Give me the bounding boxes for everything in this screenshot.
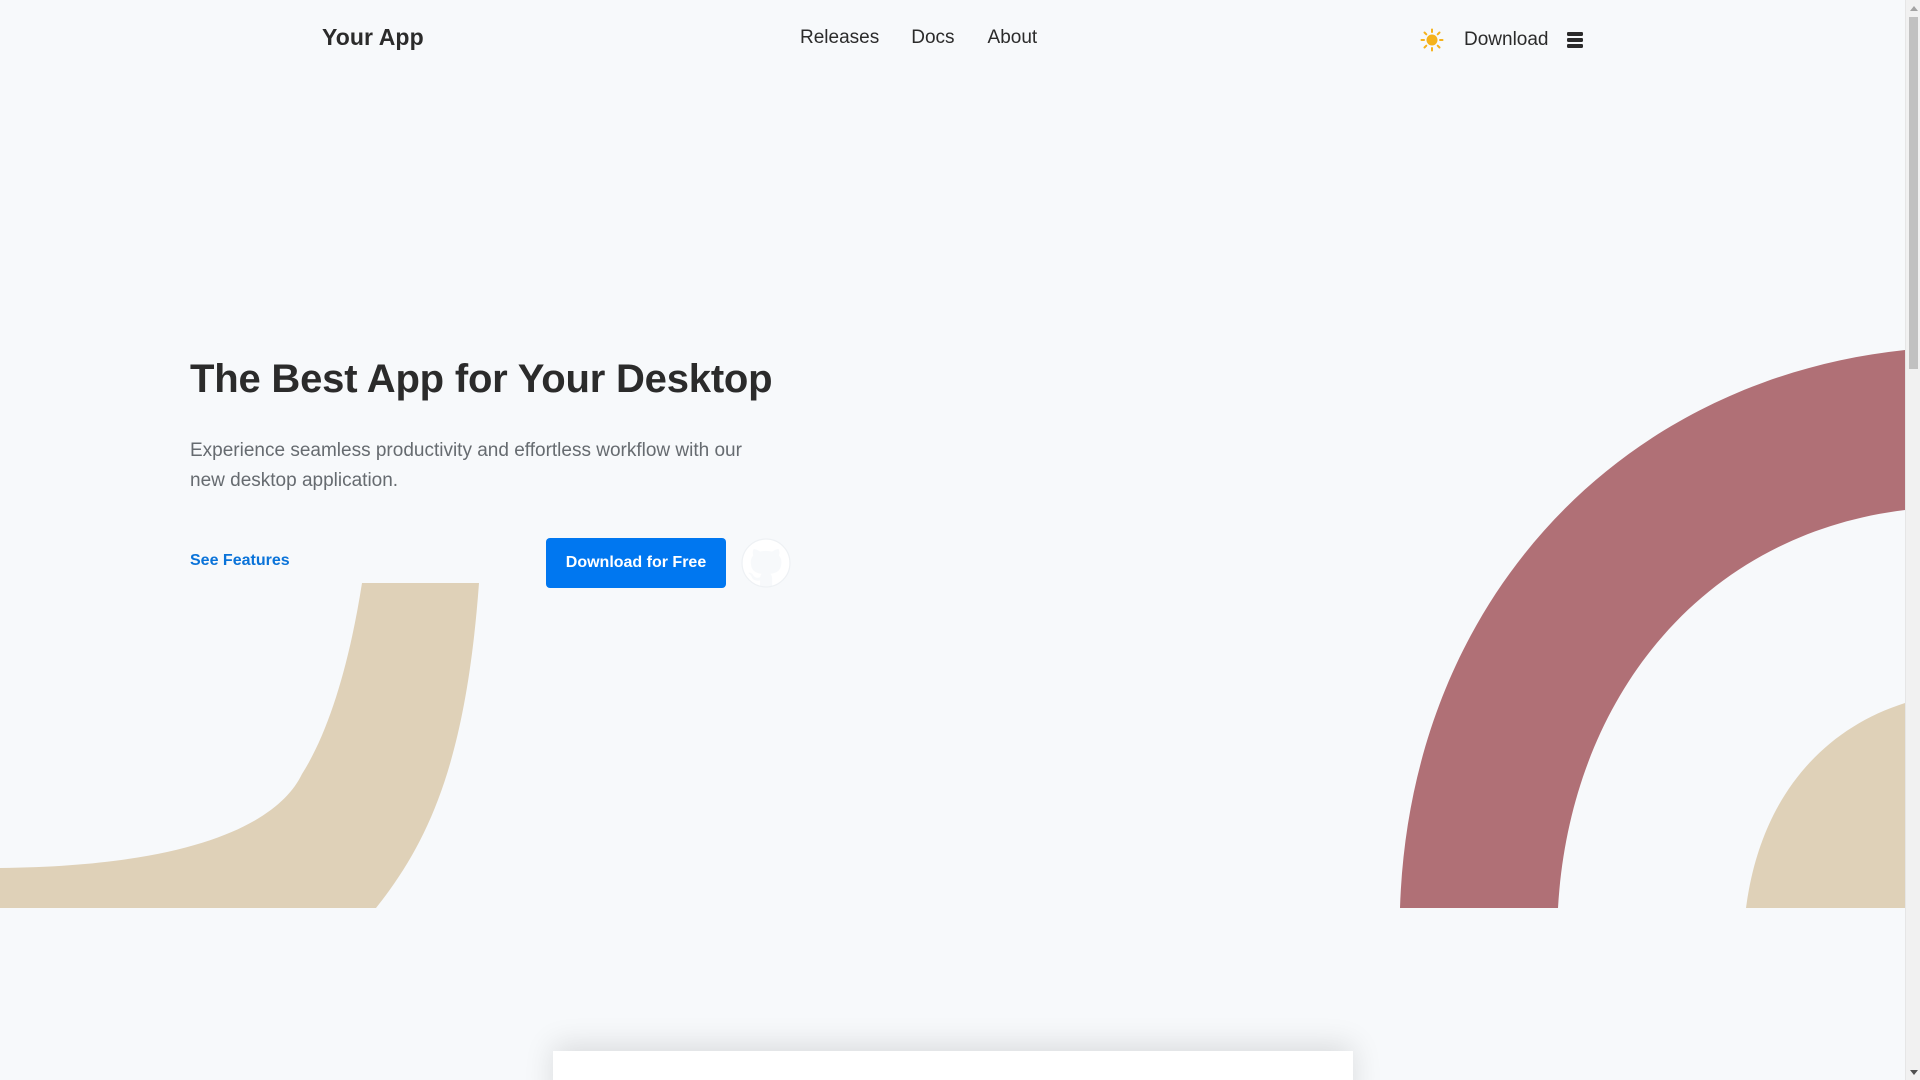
see-features-link[interactable]: See Features	[190, 552, 290, 570]
download-for-free-button[interactable]: Download for Free	[546, 538, 726, 588]
menu-icon[interactable]	[1566, 29, 1584, 51]
page: Your App Releases Docs About Download Th…	[0, 0, 1920, 1080]
scrollbar-thumb[interactable]	[1909, 17, 1918, 369]
scroll-down-arrow-icon[interactable]	[1906, 1065, 1920, 1080]
nav-actions: Download	[1418, 26, 1584, 54]
scroll-up-arrow-icon[interactable]	[1906, 0, 1920, 15]
sun-icon[interactable]	[1418, 26, 1446, 54]
hero-subtitle: Experience seamless productivity and eff…	[190, 440, 742, 491]
nav-link-releases[interactable]: Releases	[800, 27, 879, 49]
brand-logo[interactable]: Your App	[322, 24, 424, 51]
rose-arc-shape	[1400, 350, 1905, 908]
sand-arc-shape	[1746, 703, 1905, 908]
navbar: Your App Releases Docs About Download	[0, 0, 1905, 78]
nav-link-docs[interactable]: Docs	[911, 27, 954, 49]
sand-swoosh-shape	[0, 583, 479, 908]
preview-card	[553, 1051, 1353, 1080]
hero-title: The Best App for Your Desktop	[190, 357, 773, 401]
scrollbar[interactable]	[1905, 0, 1920, 1080]
nav-link-about[interactable]: About	[988, 27, 1038, 49]
github-icon[interactable]	[741, 538, 791, 588]
nav-links: Releases Docs About	[800, 27, 1037, 49]
nav-download-link[interactable]: Download	[1464, 29, 1549, 51]
